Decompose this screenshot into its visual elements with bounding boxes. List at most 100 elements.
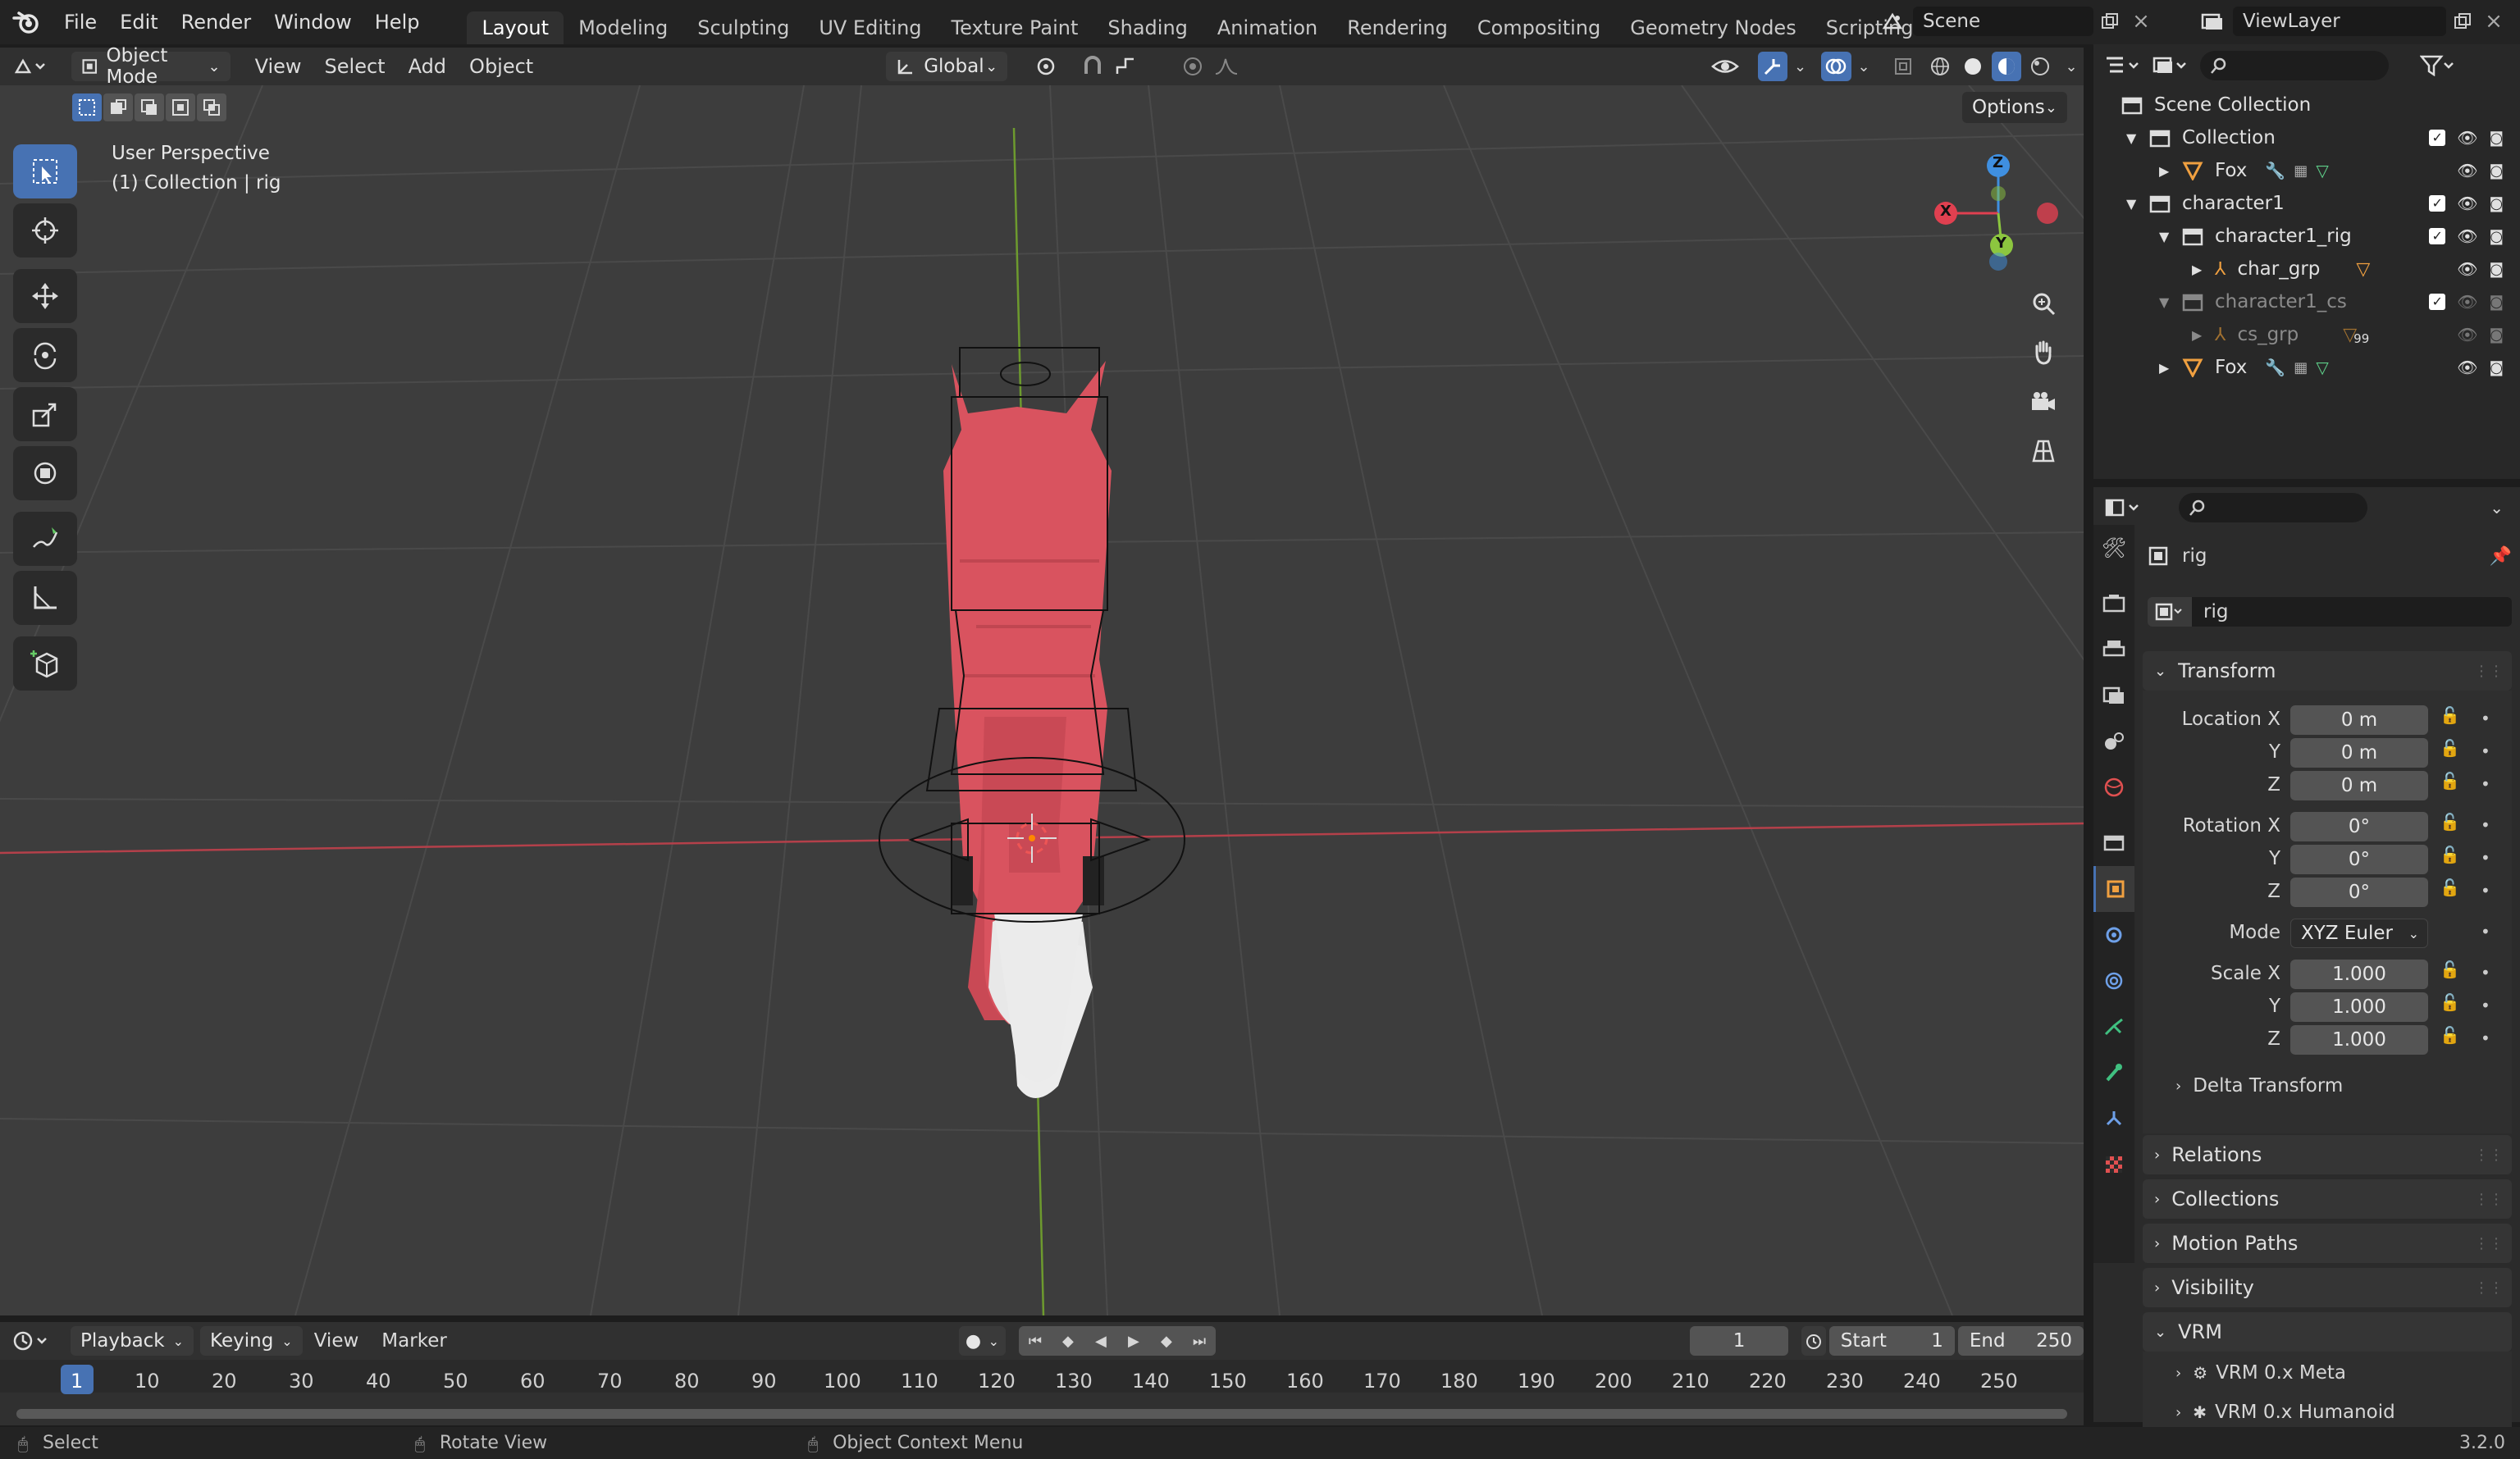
- tab-sculpting[interactable]: Sculpting: [682, 11, 804, 44]
- menu-edit[interactable]: Edit: [108, 5, 169, 39]
- collections-panel-header[interactable]: › Collections ⋮⋮: [2143, 1179, 2512, 1219]
- jump-keyframe-back-icon[interactable]: ◆: [1051, 1326, 1084, 1356]
- keyframe-dot-icon[interactable]: •: [2481, 848, 2490, 868]
- timeline-menu-marker[interactable]: Marker: [370, 1323, 459, 1359]
- keyframe-dot-icon[interactable]: •: [2481, 709, 2490, 728]
- camera-icon[interactable]: ◙: [2490, 228, 2504, 245]
- tab-texture-paint[interactable]: Texture Paint: [937, 11, 1093, 44]
- select-box-tool-icon[interactable]: [13, 144, 77, 198]
- output-tab-icon[interactable]: [2093, 627, 2134, 673]
- drag-handle-icon[interactable]: ⋮⋮: [2474, 1279, 2504, 1297]
- snap-target-icon[interactable]: [1107, 56, 1145, 77]
- keyframe-dot-icon[interactable]: •: [2481, 815, 2490, 835]
- play-reverse-icon[interactable]: ◀: [1084, 1326, 1117, 1356]
- scale-x-field[interactable]: 1.000: [2290, 960, 2428, 989]
- perspective-toggle-icon[interactable]: [2023, 430, 2064, 472]
- chevron-down-icon[interactable]: ⌄: [2059, 58, 2084, 75]
- eye-icon[interactable]: 👁: [2457, 194, 2477, 213]
- snap-icon[interactable]: [1077, 56, 1107, 77]
- solid-shading-icon[interactable]: [1959, 52, 1987, 81]
- menu-help[interactable]: Help: [363, 5, 431, 39]
- current-frame-field[interactable]: 1: [1689, 1326, 1789, 1356]
- tab-modeling[interactable]: Modeling: [564, 11, 682, 44]
- chevron-down-icon[interactable]: ⌄: [2490, 498, 2504, 517]
- jump-end-icon[interactable]: ⏭: [1182, 1326, 1216, 1356]
- scene-collection-row[interactable]: Scene Collection: [2093, 89, 2520, 121]
- xray-icon[interactable]: [1888, 57, 1918, 76]
- rotation-x-field[interactable]: 0°: [2290, 812, 2428, 841]
- expand-right-icon[interactable]: ▶: [2159, 360, 2177, 376]
- eye-icon[interactable]: 👁: [2457, 259, 2477, 279]
- menu-window[interactable]: Window: [262, 5, 363, 39]
- tab-layout[interactable]: Layout: [467, 11, 564, 44]
- tab-compositing[interactable]: Compositing: [1463, 11, 1615, 44]
- eye-icon[interactable]: 👁: [2457, 358, 2477, 377]
- select-extend-icon[interactable]: [103, 93, 133, 121]
- lock-icon[interactable]: 🔓: [2440, 812, 2460, 832]
- menu-file[interactable]: File: [52, 5, 108, 39]
- timeline-menu-view[interactable]: View: [303, 1323, 371, 1359]
- add-cube-tool-icon[interactable]: [13, 636, 77, 691]
- select-invert-icon[interactable]: [166, 93, 195, 121]
- drag-handle-icon[interactable]: ⋮⋮: [2474, 663, 2504, 680]
- blender-logo-icon[interactable]: [0, 0, 52, 44]
- menu-render[interactable]: Render: [170, 5, 262, 39]
- menu-select[interactable]: Select: [313, 48, 397, 84]
- delete-scene-icon[interactable]: ×: [2126, 7, 2156, 36]
- lock-icon[interactable]: 🔓: [2440, 878, 2460, 897]
- camera-icon[interactable]: ◙: [2490, 359, 2504, 376]
- constraint-tab-icon[interactable]: [2093, 1096, 2134, 1142]
- eye-icon[interactable]: 👁: [2457, 226, 2477, 246]
- chevron-down-icon[interactable]: ⌄: [1851, 58, 1877, 75]
- collection-tab-icon[interactable]: [2093, 820, 2134, 866]
- menu-view[interactable]: View: [244, 48, 313, 84]
- timeline-editor-icon[interactable]: [11, 1330, 52, 1352]
- checkbox-icon[interactable]: ✓: [2429, 195, 2446, 212]
- tab-animation[interactable]: Animation: [1203, 11, 1332, 44]
- transform-panel-header[interactable]: ⌄ Transform ⋮⋮: [2143, 651, 2512, 691]
- scene-selector[interactable]: Scene ×: [1872, 5, 2156, 38]
- navigation-gizmo[interactable]: Z X Y: [1920, 151, 2075, 274]
- new-view-layer-icon[interactable]: [2446, 7, 2479, 36]
- lock-icon[interactable]: 🔓: [2440, 738, 2460, 758]
- datablock-browse-icon[interactable]: [2148, 597, 2192, 627]
- rotate-tool-icon[interactable]: [13, 328, 77, 382]
- properties-editor-icon[interactable]: [2105, 497, 2141, 518]
- rotation-z-field[interactable]: 0°: [2290, 878, 2428, 907]
- tool-settings-tab-icon[interactable]: 🛠: [2093, 525, 2134, 571]
- camera-icon[interactable]: ◙: [2490, 261, 2504, 278]
- relations-panel-header[interactable]: › Relations ⋮⋮: [2143, 1135, 2512, 1174]
- play-icon[interactable]: ▶: [1116, 1326, 1150, 1356]
- keying-dropdown[interactable]: Keying ⌄: [200, 1326, 303, 1356]
- camera-view-icon[interactable]: [2023, 381, 2064, 423]
- camera-icon[interactable]: ◙: [2490, 195, 2504, 212]
- transform-tool-icon[interactable]: [13, 446, 77, 500]
- render-tab-icon[interactable]: [2093, 581, 2134, 627]
- overlays-icon[interactable]: [1821, 52, 1851, 81]
- tab-shading[interactable]: Shading: [1093, 11, 1203, 44]
- select-new-icon[interactable]: [72, 93, 102, 121]
- drag-handle-icon[interactable]: ⋮⋮: [2474, 1235, 2504, 1252]
- pin-icon[interactable]: 📌: [2490, 546, 2512, 567]
- outliner-row-character1-cs[interactable]: ▼ character1_cs ✓ 👁 ◙: [2093, 285, 2520, 318]
- select-subtract-icon[interactable]: [135, 93, 164, 121]
- 3d-viewport[interactable]: User Perspective (1) Collection | rig Op…: [0, 85, 2084, 1315]
- datablock-name-field[interactable]: rig: [2192, 597, 2512, 627]
- rendered-shading-icon[interactable]: [2026, 52, 2054, 81]
- motion-paths-panel-header[interactable]: › Motion Paths ⋮⋮: [2143, 1224, 2512, 1263]
- cursor-tool-icon[interactable]: [13, 203, 77, 258]
- gizmo-toggle-icon[interactable]: [1757, 52, 1788, 81]
- end-frame-field[interactable]: End 250: [1957, 1326, 2084, 1356]
- camera-icon[interactable]: ◙: [2490, 162, 2504, 180]
- falloff-icon[interactable]: [1208, 56, 1245, 77]
- checkbox-icon[interactable]: ✓: [2429, 228, 2446, 244]
- expand-down-icon[interactable]: ▼: [2126, 196, 2144, 212]
- outliner-row-char-grp[interactable]: ▶ ⅄ char_grp ▽ 👁 ◙: [2093, 253, 2520, 285]
- outliner-row-character1[interactable]: ▼ character1 ✓ 👁 ◙: [2093, 187, 2520, 220]
- vrm-meta-subpanel[interactable]: › ⚙ VRM 0.x Meta: [2175, 1356, 2346, 1389]
- view-layer-tab-icon[interactable]: [2093, 673, 2134, 718]
- outliner-row-cs-grp[interactable]: ▶ ⅄ cs_grp ▽ 99 👁 ◙: [2093, 318, 2520, 351]
- eye-icon[interactable]: 👁: [2457, 292, 2477, 312]
- orientation-dropdown[interactable]: Global ⌄: [886, 52, 1008, 81]
- keyframe-dot-icon[interactable]: •: [2481, 963, 2490, 983]
